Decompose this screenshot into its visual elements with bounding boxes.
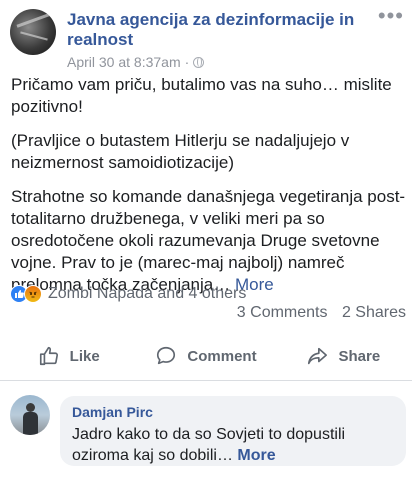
post-timestamp[interactable]: April 30 at 8:37am	[67, 54, 181, 70]
post-paragraph: Pričamo vam priču, butalimo vas na suho……	[11, 75, 392, 116]
post-text: Pričamo vam priču, butalimo vas na suho……	[11, 74, 406, 308]
comment-author-link[interactable]: Damjan Pirc	[72, 404, 394, 420]
globe-icon	[193, 56, 205, 68]
post-header: Javna agencija za dezinformacije in real…	[10, 5, 406, 70]
commenter-avatar[interactable]	[10, 395, 50, 435]
reactions-summary[interactable]: Zombi Napada and 4 others	[10, 284, 246, 304]
post-paragraph: (Pravljice o butastem Hitlerju se nadalj…	[11, 131, 350, 172]
engagement-counts: 3 Comments 2 Shares	[237, 304, 406, 322]
comment-see-more-link[interactable]: More	[237, 447, 275, 464]
like-label: Like	[69, 347, 100, 365]
reactions-text: Zombi Napada and 4 others	[48, 285, 247, 302]
section-divider	[0, 380, 412, 381]
angry-reaction-icon	[24, 285, 42, 303]
page-avatar[interactable]	[10, 9, 56, 55]
share-label: Share	[338, 347, 381, 365]
shares-count-link[interactable]: 2 Shares	[342, 304, 406, 321]
comment-bubble: Damjan Pirc Jadro kako to da so Sovjeti …	[60, 396, 406, 466]
meta-separator: ·	[184, 54, 190, 70]
share-button[interactable]: Share	[275, 336, 412, 376]
comment-button[interactable]: Comment	[137, 336, 274, 376]
comment-body: Jadro kako to da so Sovjeti to dopustili…	[72, 426, 346, 464]
share-icon	[308, 347, 328, 365]
more-options-icon[interactable]: •••	[378, 5, 404, 27]
page-name-link[interactable]: Javna agencija za dezinformacije in real…	[67, 10, 367, 50]
thumbs-up-icon	[39, 346, 58, 366]
comment-text: Jadro kako to da so Sovjeti to dopustili…	[72, 424, 394, 466]
post-paragraph-text: Strahotne so komande današnjega vegetira…	[11, 187, 406, 294]
post-meta: April 30 at 8:37am ·	[67, 54, 205, 70]
post-actions: Like Comment Share	[0, 336, 412, 376]
comments-count-link[interactable]: 3 Comments	[237, 304, 328, 321]
post-paragraph: Strahotne so komande današnjega vegetira…	[11, 186, 406, 296]
comment-label: Comment	[187, 347, 257, 365]
comment-icon	[157, 346, 176, 365]
like-button[interactable]: Like	[0, 336, 137, 376]
